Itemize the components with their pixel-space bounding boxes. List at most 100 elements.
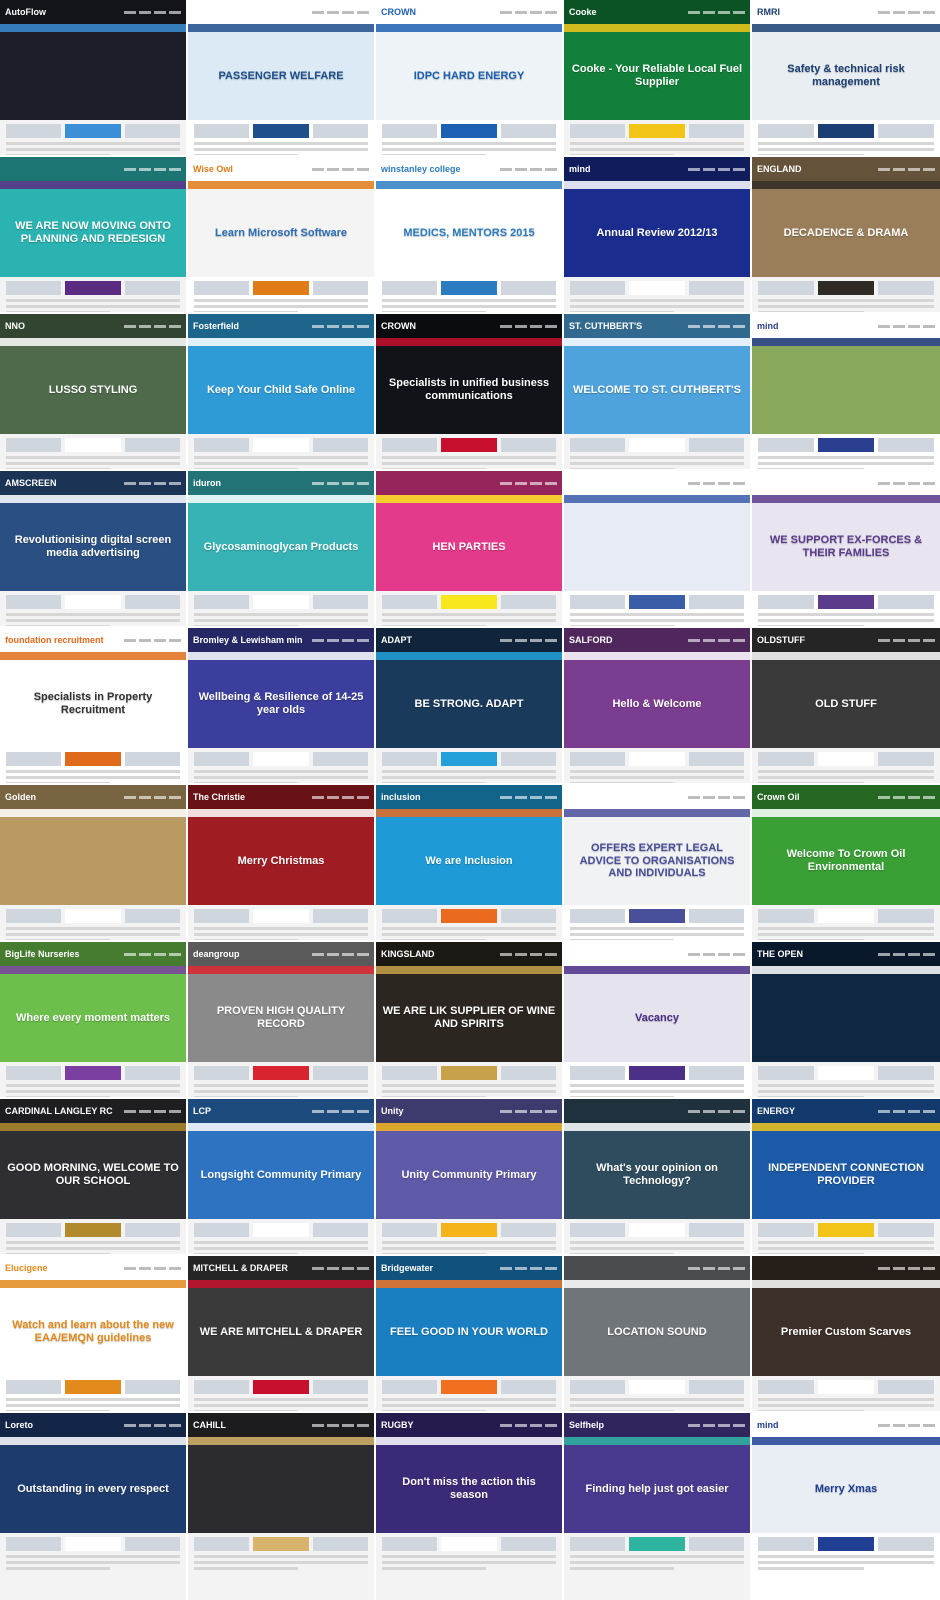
- hero-headline: Watch and learn about the new EAA/EMQN g…: [12, 1319, 174, 1344]
- nav-menu-item: [124, 1266, 136, 1270]
- hero-headline: LUSSO STYLING: [48, 383, 138, 396]
- site-screenshot-tile[interactable]: LCP Longsight Community Primary: [188, 1099, 374, 1254]
- site-screenshot-tile[interactable]: PASSENGER WELFARE: [188, 0, 374, 155]
- site-screenshot-tile[interactable]: [564, 471, 750, 626]
- nav-menu-item: [893, 795, 905, 799]
- nav-menu-item: [878, 795, 890, 799]
- site-screenshot-tile[interactable]: NNO LUSSO STYLING: [0, 314, 186, 469]
- nav-menu-item: [923, 167, 935, 171]
- hero-headline: PASSENGER WELFARE: [218, 69, 344, 82]
- site-screenshot-tile[interactable]: Premier Custom Scarves: [752, 1256, 940, 1411]
- site-screenshot-tile[interactable]: CROWN IDPC HARD ENERGY: [376, 0, 562, 155]
- hero-headline: Annual Review 2012/13: [596, 226, 718, 239]
- site-screenshot-tile[interactable]: HEN PARTIES: [376, 471, 562, 626]
- content-blocks: [570, 752, 744, 766]
- site-header: [188, 0, 374, 24]
- content-blocks: [194, 124, 368, 138]
- site-screenshot-tile[interactable]: RMRI Safety & technical risk management: [752, 0, 940, 155]
- site-screenshot-tile[interactable]: ENGLAND DECADENCE & DRAMA: [752, 157, 940, 312]
- site-screenshot-tile[interactable]: LOCATION SOUND: [564, 1256, 750, 1411]
- nav-menu-item: [718, 795, 730, 799]
- site-screenshot-tile[interactable]: ADAPT BE STRONG. ADAPT: [376, 628, 562, 783]
- site-screenshot-tile[interactable]: mind Merry Xmas: [752, 1413, 940, 1600]
- site-screenshot-tile[interactable]: AutoFlow: [0, 0, 186, 155]
- site-header: inclusion: [376, 785, 562, 809]
- nav-menu-item: [718, 1109, 730, 1113]
- site-screenshot-tile[interactable]: ENERGY INDEPENDENT CONNECTION PROVIDER: [752, 1099, 940, 1254]
- hero-headline: WE ARE NOW MOVING ONTO PLANNING AND REDE…: [15, 220, 171, 245]
- nav-menu-item: [169, 952, 181, 956]
- site-header: [376, 471, 562, 495]
- site-screenshot-tile[interactable]: BigLife Nurseries Where every moment matt…: [0, 942, 186, 1097]
- site-screenshot-tile[interactable]: AMSCREEN Revolutionising digital screen m…: [0, 471, 186, 626]
- nav-menu-item: [703, 952, 715, 956]
- site-screenshot-tile[interactable]: Vacancy: [564, 942, 750, 1097]
- content-block: [758, 1380, 814, 1394]
- site-screenshot-tile[interactable]: WE SUPPORT EX-FORCES & THEIR FAMILIES: [752, 471, 940, 626]
- site-screenshot-tile[interactable]: CROWN Specialists in unified business com…: [376, 314, 562, 469]
- site-screenshot-tile[interactable]: deangroup PROVEN HIGH QUALITY RECORD: [188, 942, 374, 1097]
- site-screenshot-tile[interactable]: mind: [752, 314, 940, 469]
- site-screenshot-tile[interactable]: Fosterfield Keep Your Child Safe Online: [188, 314, 374, 469]
- site-screenshot-tile[interactable]: Bridgewater FEEL GOOD IN YOUR WORLD: [376, 1256, 562, 1411]
- site-screenshot-tile[interactable]: Bromley & Lewisham mind Wellbeing & Resil…: [188, 628, 374, 783]
- nav-menu-item: [908, 481, 920, 485]
- site-screenshot-tile[interactable]: CARDINAL LANGLEY RC HIGH SCHOOL GOOD MORN…: [0, 1099, 186, 1254]
- nav-menu-item: [718, 324, 730, 328]
- nav-menu-item: [515, 324, 527, 328]
- nav-menu: [312, 481, 369, 485]
- site-screenshot-tile[interactable]: KINGSLAND WE ARE LIK SUPPLIER OF WINE AND…: [376, 942, 562, 1097]
- site-logo: Fosterfield: [193, 321, 240, 331]
- site-screenshot-tile[interactable]: What's your opinion on Technology?: [564, 1099, 750, 1254]
- site-screenshot-tile[interactable]: Loreto Outstanding in every respect: [0, 1413, 186, 1600]
- content-block: [758, 595, 814, 609]
- site-screenshot-tile[interactable]: Elucigene Watch and learn about the new E…: [0, 1256, 186, 1411]
- hero-banner: [752, 346, 940, 434]
- page-content: [376, 1376, 562, 1411]
- site-screenshot-tile[interactable]: inclusion We are Inclusion: [376, 785, 562, 940]
- text-line: [570, 770, 744, 773]
- site-screenshot-tile[interactable]: The Christie Merry Christmas: [188, 785, 374, 940]
- page-content: [0, 1219, 186, 1254]
- site-screenshot-tile[interactable]: CAHILL: [188, 1413, 374, 1600]
- content-block: [124, 1537, 180, 1551]
- text-line: [758, 1404, 934, 1407]
- site-screenshot-tile[interactable]: THE OPEN: [752, 942, 940, 1097]
- page-content: [0, 748, 186, 783]
- content-block: [629, 909, 685, 923]
- nav-bar: [376, 809, 562, 817]
- site-logo: SALFORD: [569, 635, 613, 645]
- nav-menu-item: [124, 1109, 136, 1113]
- site-screenshot-tile[interactable]: winstanley college MEDICS, MENTORS 2015: [376, 157, 562, 312]
- site-screenshot-tile[interactable]: SALFORD Hello & Welcome: [564, 628, 750, 783]
- site-screenshot-tile[interactable]: mind Annual Review 2012/13: [564, 157, 750, 312]
- nav-menu-item: [688, 638, 700, 642]
- text-line: [194, 148, 368, 151]
- nav-menu-item: [893, 324, 905, 328]
- hero-headline: Wellbeing & Resilience of 14-25 year old…: [198, 691, 364, 716]
- site-screenshot-tile[interactable]: Crown Oil Welcome To Crown Oil Environmen…: [752, 785, 940, 940]
- site-screenshot-tile[interactable]: MITCHELL & DRAPER WE ARE MITCHELL & DRAPE…: [188, 1256, 374, 1411]
- site-screenshot-tile[interactable]: iduron Glycosaminoglycan Products: [188, 471, 374, 626]
- site-header: [564, 1099, 750, 1123]
- site-logo: Crown Oil: [757, 792, 800, 802]
- site-screenshot-tile[interactable]: Golden: [0, 785, 186, 940]
- site-screenshot-tile[interactable]: ST. CUTHBERT'S WELCOME TO ST. CUTHBERT'S: [564, 314, 750, 469]
- site-logo: MITCHELL & DRAPER: [193, 1263, 288, 1273]
- text-line: [6, 1241, 180, 1244]
- site-screenshot-tile[interactable]: Wise Owl Learn Microsoft Software: [188, 157, 374, 312]
- site-screenshot-tile[interactable]: Selfhelp Finding help just got easier: [564, 1413, 750, 1600]
- site-screenshot-tile[interactable]: OFFERS EXPERT LEGAL ADVICE TO ORGANISATI…: [564, 785, 750, 940]
- hero-banner: PASSENGER WELFARE: [188, 32, 374, 120]
- site-screenshot-tile[interactable]: foundation recruitment Specialists in Pro…: [0, 628, 186, 783]
- site-screenshot-tile[interactable]: Cooke Cooke - Your Reliable Local Fuel Su…: [564, 0, 750, 155]
- hero-banner: Revolutionising digital screen media adv…: [0, 503, 186, 591]
- site-screenshot-tile[interactable]: WE ARE NOW MOVING ONTO PLANNING AND REDE…: [0, 157, 186, 312]
- site-screenshot-tile[interactable]: Unity Unity Community Primary: [376, 1099, 562, 1254]
- content-block: [65, 1380, 121, 1394]
- site-screenshot-tile[interactable]: RUGBY Don't miss the action this season: [376, 1413, 562, 1600]
- content-blocks: [194, 1537, 368, 1551]
- nav-menu: [312, 795, 369, 799]
- site-screenshot-tile[interactable]: OLDSTUFF OLD STUFF: [752, 628, 940, 783]
- hero-headline: Outstanding in every respect: [17, 1482, 169, 1495]
